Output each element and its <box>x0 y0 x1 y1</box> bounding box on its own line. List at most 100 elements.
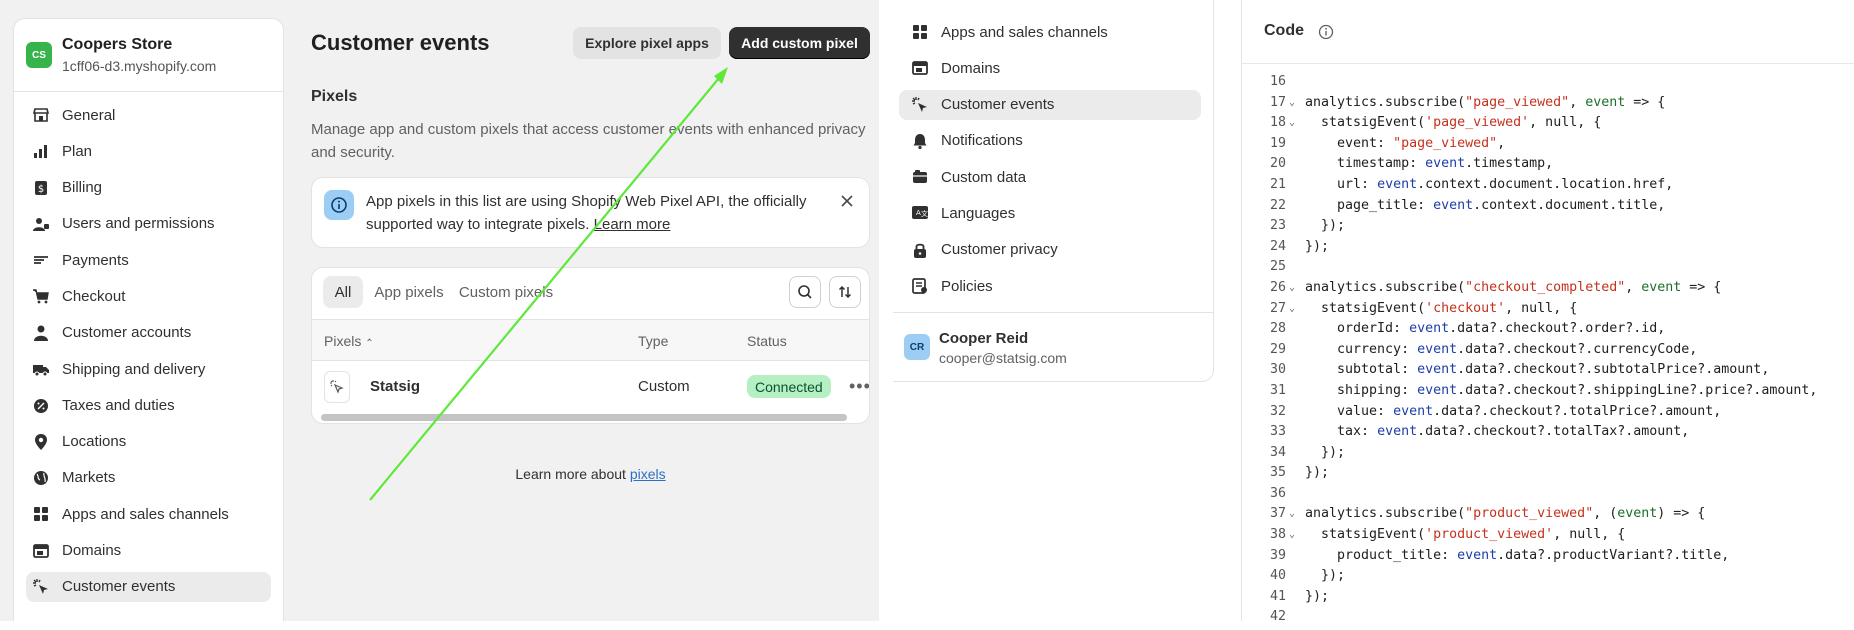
domains-icon <box>32 542 50 560</box>
line-number: 40 <box>1269 568 1286 584</box>
learn-more-footer: Learn more about pixels <box>311 466 870 482</box>
apps-icon <box>32 505 50 523</box>
code-text: shipping: event.data?.checkout?.shipping… <box>1305 382 1818 398</box>
fold-chevron-icon[interactable]: ⌄ <box>1289 93 1295 114</box>
sidebar-item-plan[interactable]: Plan <box>26 136 271 166</box>
code-line: 29 currency: event.data?.checkout?.curre… <box>1242 340 1854 361</box>
sidebar-item-label: Domains <box>941 59 1001 77</box>
table-row[interactable]: Statsig Custom Connected ••• <box>312 361 869 411</box>
divider <box>893 312 1214 313</box>
sidebar-item-customer-events[interactable]: Customer events <box>899 89 1201 120</box>
person-icon <box>32 324 50 342</box>
sidebar-item-apps-and-sales-channels[interactable]: Apps and sales channels <box>26 499 271 529</box>
settings-sidebar: CS Coopers Store 1cff06-d3.myshopify.com… <box>13 18 284 621</box>
cart-icon <box>32 287 50 305</box>
code-editor[interactable]: 16 17 ⌄ analytics.subscribe("page_viewed", … <box>1242 72 1854 621</box>
sidebar-item-billing[interactable]: $ Billing <box>26 173 271 203</box>
banner-message: App pixels in this list are using Shopif… <box>366 193 807 233</box>
fold-chevron-icon[interactable]: ⌄ <box>1289 278 1295 299</box>
line-number: 36 <box>1269 485 1286 501</box>
search-button[interactable] <box>789 276 821 308</box>
code-line: 40 }); <box>1242 566 1854 587</box>
fold-chevron-icon[interactable]: ⌄ <box>1289 299 1295 320</box>
code-line: 17 ⌄ analytics.subscribe("page_viewed", ev… <box>1242 93 1854 114</box>
billing-icon: $ <box>32 179 50 197</box>
sidebar-item-languages[interactable]: A 文 Languages <box>899 198 1201 228</box>
sidebar-item-checkout[interactable]: Checkout <box>26 281 271 311</box>
code-text: }); <box>1305 568 1346 584</box>
more-actions-icon[interactable]: ••• <box>849 376 869 397</box>
sidebar-item-label: Users and permissions <box>62 215 215 233</box>
store-avatar: CS <box>26 42 52 68</box>
code-header: Code <box>1242 0 1854 64</box>
sidebar-item-notifications[interactable]: Notifications <box>899 126 1201 156</box>
sidebar-item-label: Languages <box>941 204 1016 222</box>
banner-learn-more-link[interactable]: Learn more <box>594 216 671 233</box>
code-line: 38 ⌄ statsigEvent('product_viewed', null,… <box>1242 525 1854 546</box>
code-text: value: event.data?.checkout?.totalPrice?… <box>1305 403 1722 419</box>
code-line: 36 <box>1242 484 1854 505</box>
code-text: currency: event.data?.checkout?.currency… <box>1305 341 1698 357</box>
store-header[interactable]: CS Coopers Store 1cff06-d3.myshopify.com <box>14 19 283 92</box>
sidebar-item-taxes-and-duties[interactable]: Taxes and duties <box>26 390 271 420</box>
column-status: Status <box>747 333 787 349</box>
code-line: 41}); <box>1242 587 1854 608</box>
sidebar-item-apps-and-sales-channels[interactable]: Apps and sales channels <box>899 17 1201 47</box>
sidebar-item-domains[interactable]: Domains <box>899 53 1201 83</box>
code-line: 30 subtotal: event.data?.checkout?.subto… <box>1242 360 1854 381</box>
section-description: Manage app and custom pixels that access… <box>311 121 866 161</box>
sidebar-item-domains[interactable]: Domains <box>26 536 271 566</box>
code-editor-panel: Code 16 17 ⌄ analytics.subscribe("page_view… <box>1241 0 1854 621</box>
code-text: statsigEvent('product_viewed', null, { <box>1305 527 1626 543</box>
line-number: 37 <box>1269 506 1286 522</box>
tab-all[interactable]: All <box>323 276 363 308</box>
code-line: 37 ⌄ analytics.subscribe("product_viewed",… <box>1242 504 1854 525</box>
sidebar-item-locations[interactable]: Locations <box>26 427 271 457</box>
horizontal-scrollbar[interactable] <box>321 414 847 421</box>
sidebar-item-general[interactable]: General <box>26 100 271 130</box>
code-text: url: event.context.document.location.hre… <box>1305 176 1674 192</box>
section-title: Pixels <box>311 88 358 105</box>
fold-chevron-icon[interactable]: ⌄ <box>1289 113 1295 134</box>
fold-chevron-icon[interactable]: ⌄ <box>1289 504 1295 525</box>
line-number: 23 <box>1269 218 1286 234</box>
line-number: 38 <box>1269 527 1286 543</box>
tax-icon <box>32 396 50 414</box>
info-banner: App pixels in this list are using Shopif… <box>311 177 870 248</box>
sidebar-item-payments[interactable]: Payments <box>26 245 271 275</box>
translate-icon: A文 <box>911 204 929 222</box>
close-icon[interactable] <box>838 192 856 210</box>
code-text: statsigEvent('checkout', null, { <box>1305 300 1578 316</box>
lock-icon <box>911 241 929 259</box>
column-pixels[interactable]: Pixels ⌃ <box>324 333 374 349</box>
code-text: analytics.subscribe("product_viewed", (e… <box>1305 506 1706 522</box>
sidebar-item-label: Plan <box>62 142 93 160</box>
sidebar-item-shipping-and-delivery[interactable]: Shipping and delivery <box>26 354 271 384</box>
sidebar-item-users-and-permissions[interactable]: Users and permissions <box>26 209 271 239</box>
sidebar-item-customer-privacy[interactable]: Customer privacy <box>899 235 1201 265</box>
user-name[interactable]: Cooper Reid <box>939 330 1028 347</box>
pixels-link[interactable]: pixels <box>630 466 666 482</box>
info-icon[interactable] <box>1318 24 1334 40</box>
sort-button[interactable] <box>829 276 861 308</box>
line-number: 21 <box>1269 176 1286 192</box>
line-number: 17 <box>1269 94 1286 110</box>
sort-chevron-icon: ⌃ <box>365 338 374 349</box>
tab-custom-pixels[interactable]: Custom pixels <box>456 276 556 308</box>
banner-text: App pixels in this list are using Shopif… <box>366 190 836 236</box>
sidebar-item-customer-events[interactable]: Customer events <box>26 571 271 602</box>
code-line: 16 <box>1242 72 1854 93</box>
sidebar-item-policies[interactable]: Policies <box>899 271 1201 301</box>
add-custom-pixel-button[interactable]: Add custom pixel <box>729 27 870 59</box>
line-number: 42 <box>1269 609 1286 621</box>
code-line: 34 }); <box>1242 443 1854 464</box>
sidebar-item-markets[interactable]: Markets <box>26 463 271 493</box>
tab-app-pixels[interactable]: App pixels <box>368 276 450 308</box>
truck-icon <box>32 360 50 378</box>
sidebar-item-custom-data[interactable]: Custom data <box>899 162 1201 192</box>
sidebar-item-label: Domains <box>62 542 122 560</box>
explore-pixel-apps-button[interactable]: Explore pixel apps <box>573 27 721 59</box>
sidebar-item-customer-accounts[interactable]: Customer accounts <box>26 318 271 348</box>
fold-chevron-icon[interactable]: ⌄ <box>1289 525 1295 546</box>
cursor-icon <box>32 578 50 596</box>
